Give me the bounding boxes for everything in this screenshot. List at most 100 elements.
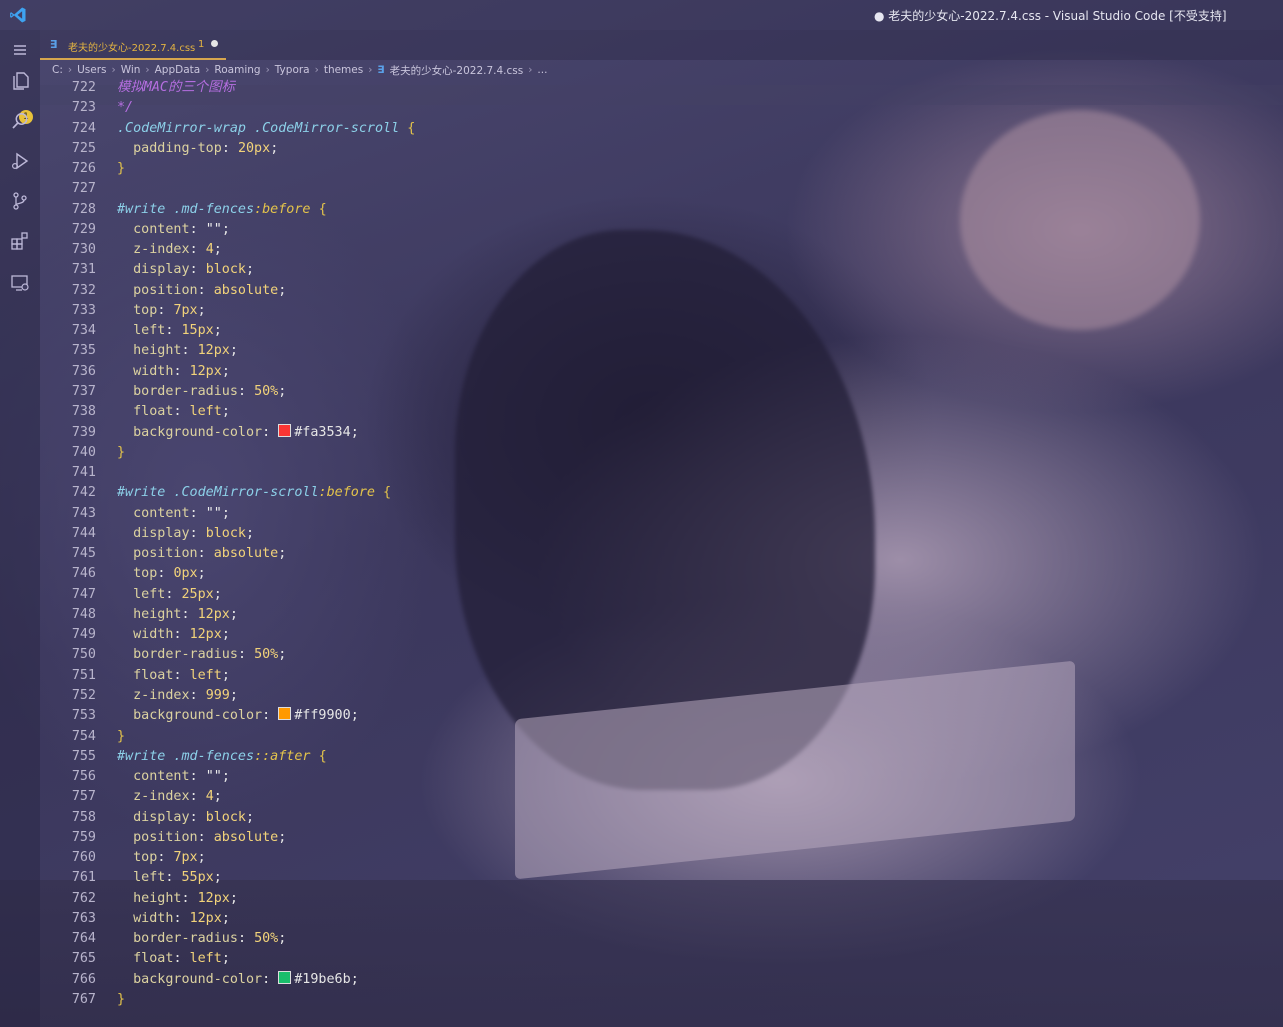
- code-content[interactable]: 模拟MAC的三个图标 */ .CodeMirror-wrap .CodeMirror…: [117, 78, 415, 1010]
- code-token: .CodeMirror-wrap .CodeMirror-scroll: [117, 120, 408, 136]
- code-line[interactable]: left: 15px;: [117, 321, 415, 341]
- code-token: {: [318, 201, 327, 217]
- line-number: 726: [71, 161, 96, 177]
- code-line[interactable]: [117, 179, 415, 199]
- code-line[interactable]: z-index: 4;: [117, 787, 415, 807]
- code-line[interactable]: z-index: 999;: [117, 686, 415, 706]
- code-token: 20px: [237, 140, 271, 156]
- code-token: 55px: [181, 870, 214, 886]
- breadcrumb-separator-icon: ›: [314, 64, 319, 76]
- code-line[interactable]: }: [117, 727, 415, 747]
- code-line[interactable]: padding-top: 20px;: [117, 139, 415, 159]
- code-token: content: [117, 505, 190, 521]
- code-token: 50%: [254, 647, 279, 663]
- code-token: ;: [213, 242, 222, 258]
- line-number: 722: [71, 80, 96, 95]
- code-line[interactable]: [117, 463, 415, 483]
- code-token: block: [205, 525, 246, 541]
- code-token: 999: [205, 687, 230, 703]
- code-token: 12px: [197, 343, 230, 359]
- code-token: :: [197, 282, 214, 298]
- line-number: 737: [71, 383, 96, 399]
- code-token: :: [165, 586, 182, 602]
- code-line[interactable]: left: 55px;: [117, 868, 415, 888]
- code-line[interactable]: width: 12px;: [117, 909, 415, 929]
- menu-icon[interactable]: [9, 39, 31, 61]
- line-number: 743: [71, 505, 96, 521]
- explorer-icon[interactable]: [9, 70, 31, 92]
- code-line[interactable]: width: 12px;: [117, 625, 415, 645]
- code-line[interactable]: background-color: #fa3534;: [117, 423, 415, 443]
- unsaved-dot-icon[interactable]: [211, 40, 218, 47]
- search-icon[interactable]: [9, 110, 31, 132]
- code-line[interactable]: top: 7px;: [117, 301, 415, 321]
- code-line[interactable]: height: 12px;: [117, 889, 415, 909]
- code-line[interactable]: display: block;: [117, 808, 415, 828]
- code-line[interactable]: */: [117, 98, 415, 118]
- code-line[interactable]: top: 7px;: [117, 848, 415, 868]
- code-token: }: [117, 161, 126, 177]
- code-line[interactable]: }: [117, 159, 415, 179]
- code-token: :: [189, 769, 206, 785]
- code-line[interactable]: }: [117, 443, 415, 463]
- source-control-icon[interactable]: [9, 190, 31, 212]
- code-line[interactable]: left: 25px;: [117, 585, 415, 605]
- code-line[interactable]: height: 12px;: [117, 341, 415, 361]
- breadcrumb-item[interactable]: Typora: [275, 64, 310, 76]
- code-line[interactable]: background-color: #ff9900;: [117, 706, 415, 726]
- line-number: 747: [71, 586, 96, 602]
- code-line[interactable]: border-radius: 50%;: [117, 382, 415, 402]
- tab-active-file[interactable]: ∃ 老夫的少女心-2022.7.4.css 1: [40, 30, 226, 60]
- code-line[interactable]: content: "";: [117, 504, 415, 524]
- code-token: ;: [350, 424, 359, 440]
- code-line[interactable]: #write .md-fences:before {: [117, 200, 415, 220]
- breadcrumb-item[interactable]: ...: [537, 64, 547, 76]
- code-line[interactable]: 模拟MAC的三个图标: [117, 78, 415, 98]
- code-line[interactable]: float: left;: [117, 949, 415, 969]
- code-line[interactable]: width: 12px;: [117, 362, 415, 382]
- code-line[interactable]: position: absolute;: [117, 544, 415, 564]
- line-number: 744: [71, 525, 96, 541]
- code-line[interactable]: z-index: 4;: [117, 240, 415, 260]
- code-token: :: [173, 667, 190, 683]
- code-line[interactable]: #write .CodeMirror-scroll:before {: [117, 483, 415, 503]
- code-token: ;: [221, 221, 230, 237]
- code-line[interactable]: float: left;: [117, 666, 415, 686]
- breadcrumb-item[interactable]: 老夫的少女心-2022.7.4.css: [390, 63, 524, 78]
- extensions-icon[interactable]: [9, 230, 31, 252]
- code-token: ;: [246, 525, 255, 541]
- code-line[interactable]: position: absolute;: [117, 281, 415, 301]
- remote-explorer-icon[interactable]: [9, 272, 31, 294]
- vscode-logo-icon[interactable]: [9, 6, 27, 24]
- breadcrumb-item[interactable]: themes: [324, 64, 363, 76]
- code-line[interactable]: #write .md-fences::after {: [117, 747, 415, 767]
- code-line[interactable]: position: absolute;: [117, 828, 415, 848]
- code-token: left: [117, 870, 166, 886]
- line-number: 754: [71, 728, 96, 744]
- code-line[interactable]: background-color: #19be6b;: [117, 970, 415, 990]
- code-line[interactable]: .CodeMirror-wrap .CodeMirror-scroll {: [117, 119, 415, 139]
- code-line[interactable]: display: block;: [117, 260, 415, 280]
- code-line[interactable]: }: [117, 990, 415, 1010]
- breadcrumb-item[interactable]: Win: [121, 64, 141, 76]
- code-token: 7px: [173, 302, 198, 318]
- line-number: 741: [71, 465, 96, 481]
- breadcrumb-item[interactable]: Roaming: [214, 64, 260, 76]
- code-line[interactable]: content: "";: [117, 220, 415, 240]
- code-line[interactable]: top: 0px;: [117, 564, 415, 584]
- code-line[interactable]: border-radius: 50%;: [117, 645, 415, 665]
- code-line[interactable]: content: "";: [117, 767, 415, 787]
- color-swatch-icon[interactable]: [278, 423, 292, 437]
- code-editor[interactable]: 722 723 724 725 726 727 728 729 730 731 732 733 734 7…: [40, 78, 1283, 1027]
- breadcrumb-item[interactable]: Users: [77, 64, 106, 76]
- color-swatch-icon[interactable]: [278, 970, 292, 984]
- breadcrumb-item[interactable]: AppData: [155, 64, 201, 76]
- code-line[interactable]: height: 12px;: [117, 605, 415, 625]
- code-line[interactable]: float: left;: [117, 402, 415, 422]
- run-debug-icon[interactable]: [9, 150, 31, 172]
- breadcrumb-item[interactable]: C:: [52, 64, 63, 76]
- code-line[interactable]: display: block;: [117, 524, 415, 544]
- code-line[interactable]: border-radius: 50%;: [117, 929, 415, 949]
- line-number: 733: [71, 302, 96, 318]
- color-swatch-icon[interactable]: [278, 707, 292, 721]
